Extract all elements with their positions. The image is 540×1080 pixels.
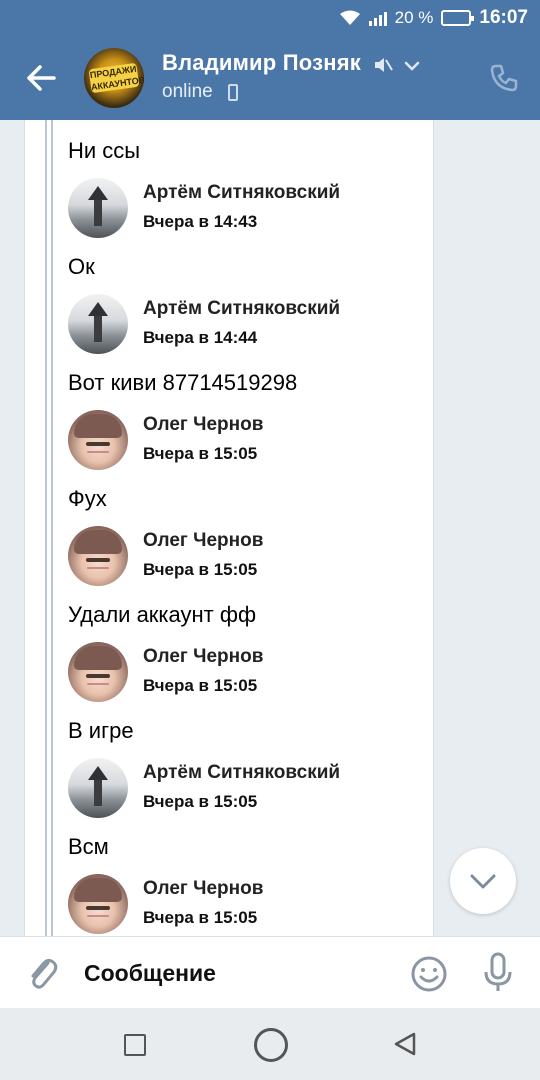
phone-call-icon[interactable]: [486, 60, 522, 96]
quote-line: [51, 120, 53, 936]
author-avatar[interactable]: [68, 294, 128, 354]
author-name[interactable]: Олег Чернов: [143, 414, 263, 436]
message-author-row: Артём Ситняковский Вчера в 14:44: [68, 294, 428, 354]
system-nav-bar: [0, 1008, 540, 1080]
author-name[interactable]: Олег Чернов: [143, 530, 263, 552]
muted-speaker-icon: [372, 54, 394, 76]
message-time: Вчера в 15:05: [143, 444, 258, 463]
chevron-down-icon[interactable]: [402, 56, 422, 76]
author-name[interactable]: Олег Чернов: [143, 878, 263, 900]
author-avatar[interactable]: [68, 178, 128, 238]
message-time: Вчера в 14:43: [143, 212, 258, 231]
message-author-row: Олег Чернов Вчера в 15:05: [68, 874, 428, 934]
contact-name[interactable]: Владимир Позняк: [162, 50, 361, 76]
message-text: Ни ссы: [68, 138, 141, 163]
message-author-row: Артём Ситняковский Вчера в 15:05: [68, 758, 428, 818]
contact-avatar[interactable]: ПРОДАЖИ АККАУНТОВ: [84, 48, 144, 108]
battery-icon: [441, 10, 475, 26]
emoji-icon[interactable]: [410, 955, 448, 993]
message-input-bar: [0, 936, 540, 1008]
paperclip-icon[interactable]: [24, 953, 60, 993]
author-avatar[interactable]: [68, 874, 128, 934]
author-avatar[interactable]: [68, 642, 128, 702]
message-time: Вчера в 15:05: [143, 792, 258, 811]
author-avatar[interactable]: [68, 410, 128, 470]
nav-back-icon[interactable]: [392, 1030, 418, 1058]
message-time: Вчера в 15:05: [143, 560, 258, 579]
clock: 16:07: [479, 7, 528, 28]
message-text: В игре: [68, 718, 134, 743]
message-text: Вот киви 87714519298: [68, 370, 298, 395]
contact-status: online: [162, 81, 213, 102]
home-icon[interactable]: [254, 1028, 288, 1062]
avatar-logo: ПРОДАЖИ АККАУНТОВ: [88, 62, 144, 94]
author-name[interactable]: Артём Ситняковский: [143, 182, 340, 204]
back-arrow-icon[interactable]: [22, 58, 62, 98]
message-author-row: Артём Ситняковский Вчера в 14:43: [68, 178, 428, 238]
message-text: Ок: [68, 254, 95, 279]
status-bar: 20 % 16:07: [0, 0, 540, 36]
signal-icon: [368, 10, 387, 26]
author-avatar[interactable]: [68, 758, 128, 818]
message-time: Вчера в 15:05: [143, 676, 258, 695]
message-author-row: Олег Чернов Вчера в 15:05: [68, 526, 428, 586]
author-avatar[interactable]: [68, 526, 128, 586]
message-text: Фух: [68, 486, 107, 511]
quote-line: [45, 120, 47, 936]
recent-apps-icon[interactable]: [124, 1034, 146, 1056]
wifi-icon: [339, 10, 361, 26]
author-name[interactable]: Артём Ситняковский: [143, 298, 340, 320]
author-name[interactable]: Олег Чернов: [143, 646, 263, 668]
scroll-down-button[interactable]: [450, 848, 516, 914]
message-text: Всм: [68, 834, 109, 859]
chevron-down-icon: [470, 874, 496, 889]
message-time: Вчера в 15:05: [143, 908, 258, 927]
message-author-row: Олег Чернов Вчера в 15:05: [68, 410, 428, 470]
mobile-device-icon: [228, 84, 238, 101]
message-input[interactable]: [84, 951, 384, 995]
chat-header: ПРОДАЖИ АККАУНТОВ Владимир Позняк online: [0, 36, 540, 120]
microphone-icon[interactable]: [480, 951, 516, 995]
message-time: Вчера в 14:44: [143, 328, 258, 347]
message-text: Удали аккаунт фф: [68, 602, 257, 627]
author-name[interactable]: Артём Ситняковский: [143, 762, 340, 784]
chat-area[interactable]: Ни ссы Артём Ситняковский Вчера в 14:43 …: [0, 120, 540, 936]
message-author-row: Олег Чернов Вчера в 15:05: [68, 642, 428, 702]
battery-percent: 20 %: [394, 8, 434, 27]
